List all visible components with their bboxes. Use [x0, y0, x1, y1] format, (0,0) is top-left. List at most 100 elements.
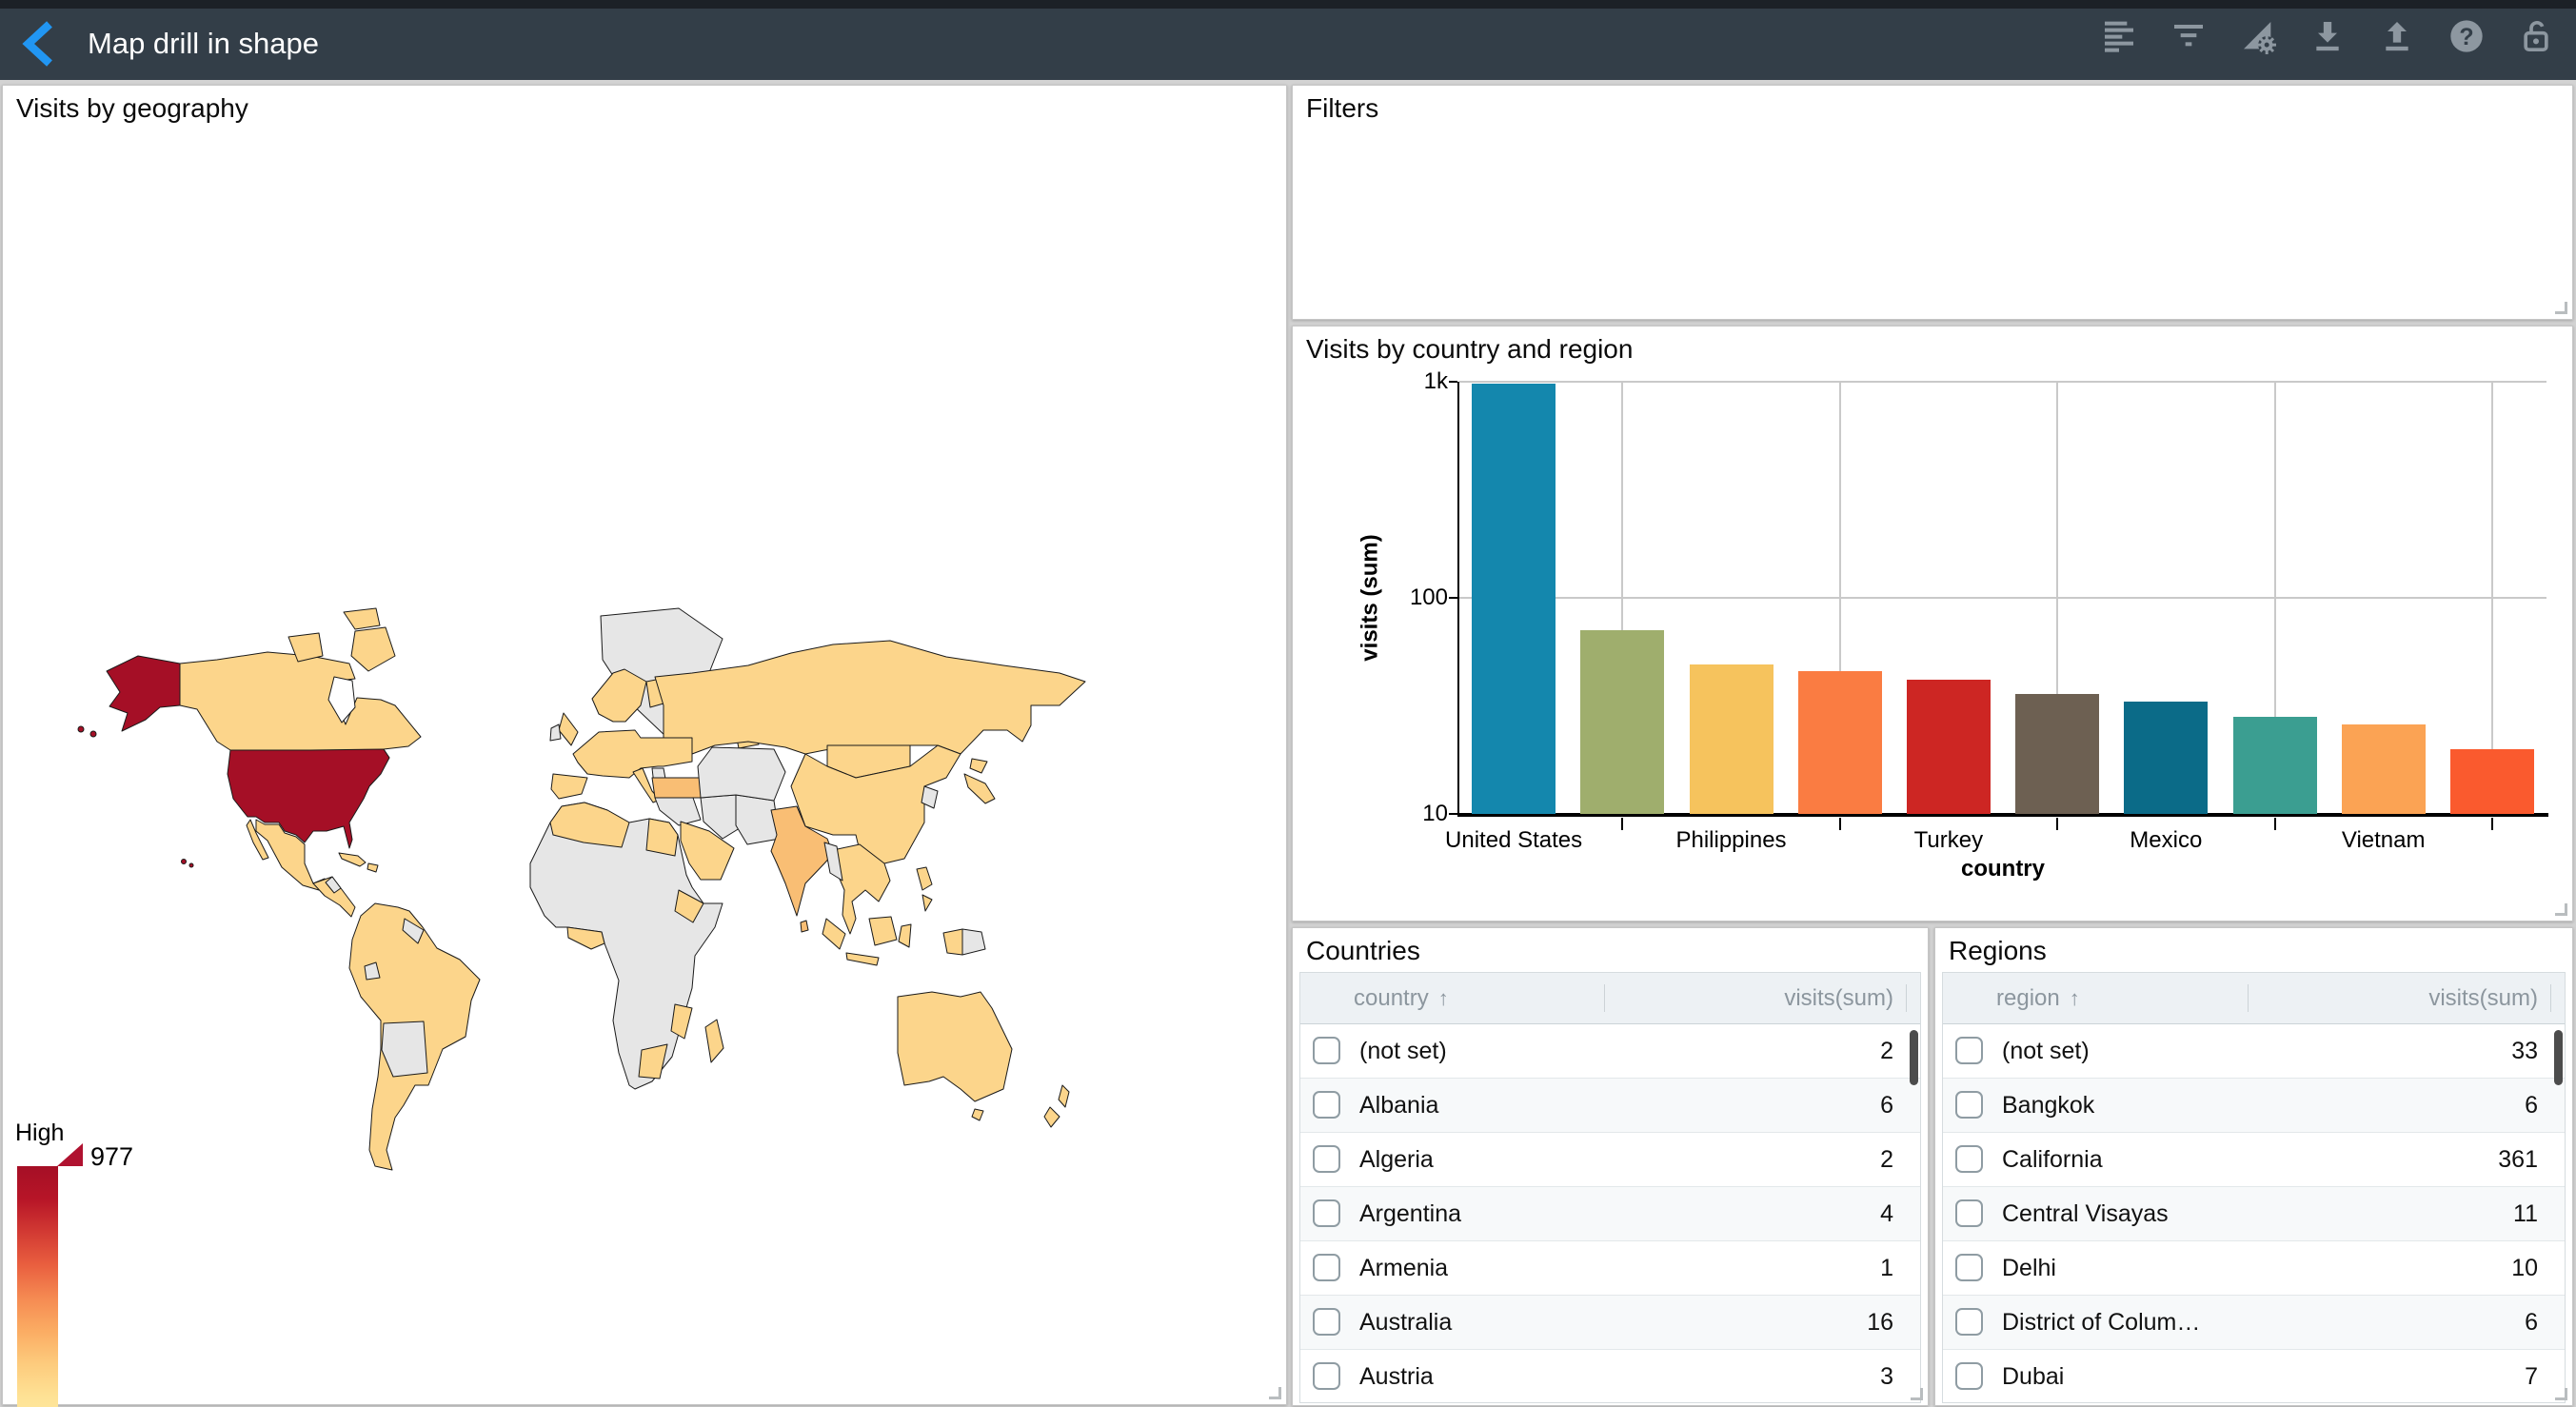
column-header-region[interactable]: region↑	[1996, 973, 2080, 1024]
panel-title: Regions	[1949, 936, 2047, 966]
panel-resize-handle[interactable]	[2555, 903, 2567, 916]
row-value: 7	[2525, 1350, 2538, 1403]
upload-icon[interactable]	[2378, 17, 2416, 55]
table-row[interactable]: Bangkok 6	[1943, 1079, 2565, 1133]
row-name: Bangkok	[2002, 1079, 2094, 1133]
table-row[interactable]: Austria3	[1300, 1350, 1920, 1403]
panel-resize-handle[interactable]	[2555, 302, 2567, 314]
row-value: 1	[1880, 1241, 1893, 1296]
row-value: 10	[2511, 1241, 2538, 1296]
legend-high-value: 977	[90, 1142, 133, 1172]
table-row[interactable]: (not set) 2	[1300, 1024, 1920, 1079]
row-value: 361	[2498, 1133, 2538, 1187]
unlock-icon[interactable]	[2517, 17, 2555, 55]
row-checkbox[interactable]	[1313, 1199, 1340, 1227]
sort-asc-icon: ↑	[2070, 986, 2080, 1010]
table-row[interactable]: Albania6	[1300, 1079, 1920, 1133]
row-name: Central Visayas	[2002, 1187, 2169, 1241]
row-checkbox[interactable]	[1955, 1362, 1983, 1390]
table-row[interactable]: Dubai 7	[1943, 1350, 2565, 1403]
row-checkbox[interactable]	[1313, 1091, 1340, 1119]
chart-bar-mexico[interactable]	[2124, 702, 2208, 814]
row-name: Albania	[1359, 1079, 1438, 1133]
legend-high-marker	[57, 1143, 83, 1166]
page-title: Map drill in shape	[88, 0, 319, 80]
download-icon[interactable]	[2308, 17, 2347, 55]
table-row[interactable]: Australia16	[1300, 1296, 1920, 1350]
chart-bar-vietnam[interactable]	[2342, 724, 2426, 814]
row-name: (not set)	[1359, 1024, 1447, 1079]
row-name: Dubai	[2002, 1350, 2064, 1403]
row-value: 6	[2525, 1079, 2538, 1133]
panel-regions: Regions region↑ visits(sum) (not set)33B…	[1934, 927, 2573, 1406]
chart-bar-turkey[interactable]	[1907, 680, 1991, 814]
table-row[interactable]: Algeria2	[1300, 1133, 1920, 1187]
world-map[interactable]	[69, 604, 1088, 1190]
panel-title: Visits by country and region	[1306, 334, 1633, 365]
chart-bar-philippines[interactable]	[1690, 664, 1773, 814]
table-row[interactable]: Delhi 10	[1943, 1241, 2565, 1296]
filter-icon[interactable]	[2170, 17, 2208, 55]
row-name: Austria	[1359, 1350, 1434, 1403]
panel-visits-by-geography: Visits by geography	[2, 85, 1287, 1405]
table-row[interactable]: Armenia1	[1300, 1241, 1920, 1296]
table-row[interactable]: California361	[1943, 1133, 2565, 1187]
chart-bar[interactable]	[2015, 694, 2099, 814]
panel-resize-handle[interactable]	[1911, 1388, 1923, 1400]
svg-text:?: ?	[2459, 24, 2473, 50]
column-header-visits-sum[interactable]: visits(sum)	[1784, 973, 1893, 1024]
back-icon[interactable]	[17, 21, 59, 67]
column-divider	[1906, 984, 1907, 1012]
table-scrollbar[interactable]	[1910, 1030, 1918, 1085]
row-checkbox[interactable]	[1955, 1145, 1983, 1173]
table-row[interactable]: Central Visayas11	[1943, 1187, 2565, 1241]
x-tick	[1839, 818, 1841, 830]
panel-resize-handle[interactable]	[1269, 1387, 1281, 1399]
row-checkbox[interactable]	[1313, 1308, 1340, 1336]
chart-bar[interactable]	[1798, 671, 1882, 814]
align-left-icon[interactable]	[2100, 17, 2138, 55]
table-scrollbar[interactable]	[2554, 1030, 2563, 1085]
row-checkbox[interactable]	[1313, 1037, 1340, 1064]
panel-title: Visits by geography	[16, 93, 248, 124]
bar-chart-plot: 1k10010United StatesPhilippinesTurkeyMex…	[1459, 382, 2546, 814]
panel-title: Countries	[1306, 936, 1420, 966]
table-row[interactable]: Argentina4	[1300, 1187, 1920, 1241]
row-checkbox[interactable]	[1955, 1199, 1983, 1227]
row-checkbox[interactable]	[1955, 1091, 1983, 1119]
chart-settings-icon[interactable]	[2239, 17, 2277, 55]
column-header-country[interactable]: country↑	[1354, 973, 1449, 1024]
sort-asc-icon: ↑	[1438, 986, 1449, 1010]
row-checkbox[interactable]	[1313, 1145, 1340, 1173]
row-name: Delhi	[2002, 1241, 2056, 1296]
x-tick-label: Philippines	[1675, 827, 1786, 854]
help-icon[interactable]: ?	[2447, 17, 2486, 55]
row-value: 16	[1867, 1296, 1893, 1350]
panel-resize-handle[interactable]	[2555, 1388, 2567, 1400]
chart-bar-united-states[interactable]	[1472, 384, 1556, 814]
x-tick	[2491, 818, 2493, 830]
column-header-visits-sum[interactable]: visits(sum)	[2428, 973, 2538, 1024]
map-legend: High 977 1 Low	[3, 1120, 165, 1407]
table-body: (not set) 2Albania6Algeria2Argentina4Arme…	[1300, 1024, 1920, 1403]
column-divider	[1604, 984, 1605, 1012]
chart-bar[interactable]	[2233, 717, 2317, 814]
chart-bar[interactable]	[2450, 749, 2534, 814]
row-value: 2	[1880, 1024, 1893, 1079]
row-checkbox[interactable]	[1955, 1254, 1983, 1281]
row-checkbox[interactable]	[1313, 1254, 1340, 1281]
column-divider	[2248, 984, 2249, 1012]
panel-filters: Filters	[1292, 85, 2573, 320]
row-checkbox[interactable]	[1313, 1362, 1340, 1390]
row-checkbox[interactable]	[1955, 1037, 1983, 1064]
table-row[interactable]: District of Colum…6	[1943, 1296, 2565, 1350]
countries-table: country↑ visits(sum) (not set)2Albania6A…	[1299, 972, 1921, 1403]
x-tick-label: Vietnam	[2342, 827, 2426, 854]
row-name: Algeria	[1359, 1133, 1434, 1187]
legend-gradient-bar	[17, 1166, 58, 1407]
table-row[interactable]: (not set)33	[1943, 1024, 2565, 1079]
y-axis-title: visits (sum)	[1352, 382, 1390, 814]
chart-bar[interactable]	[1580, 630, 1664, 814]
row-checkbox[interactable]	[1955, 1308, 1983, 1336]
y-tick	[1449, 813, 1457, 815]
